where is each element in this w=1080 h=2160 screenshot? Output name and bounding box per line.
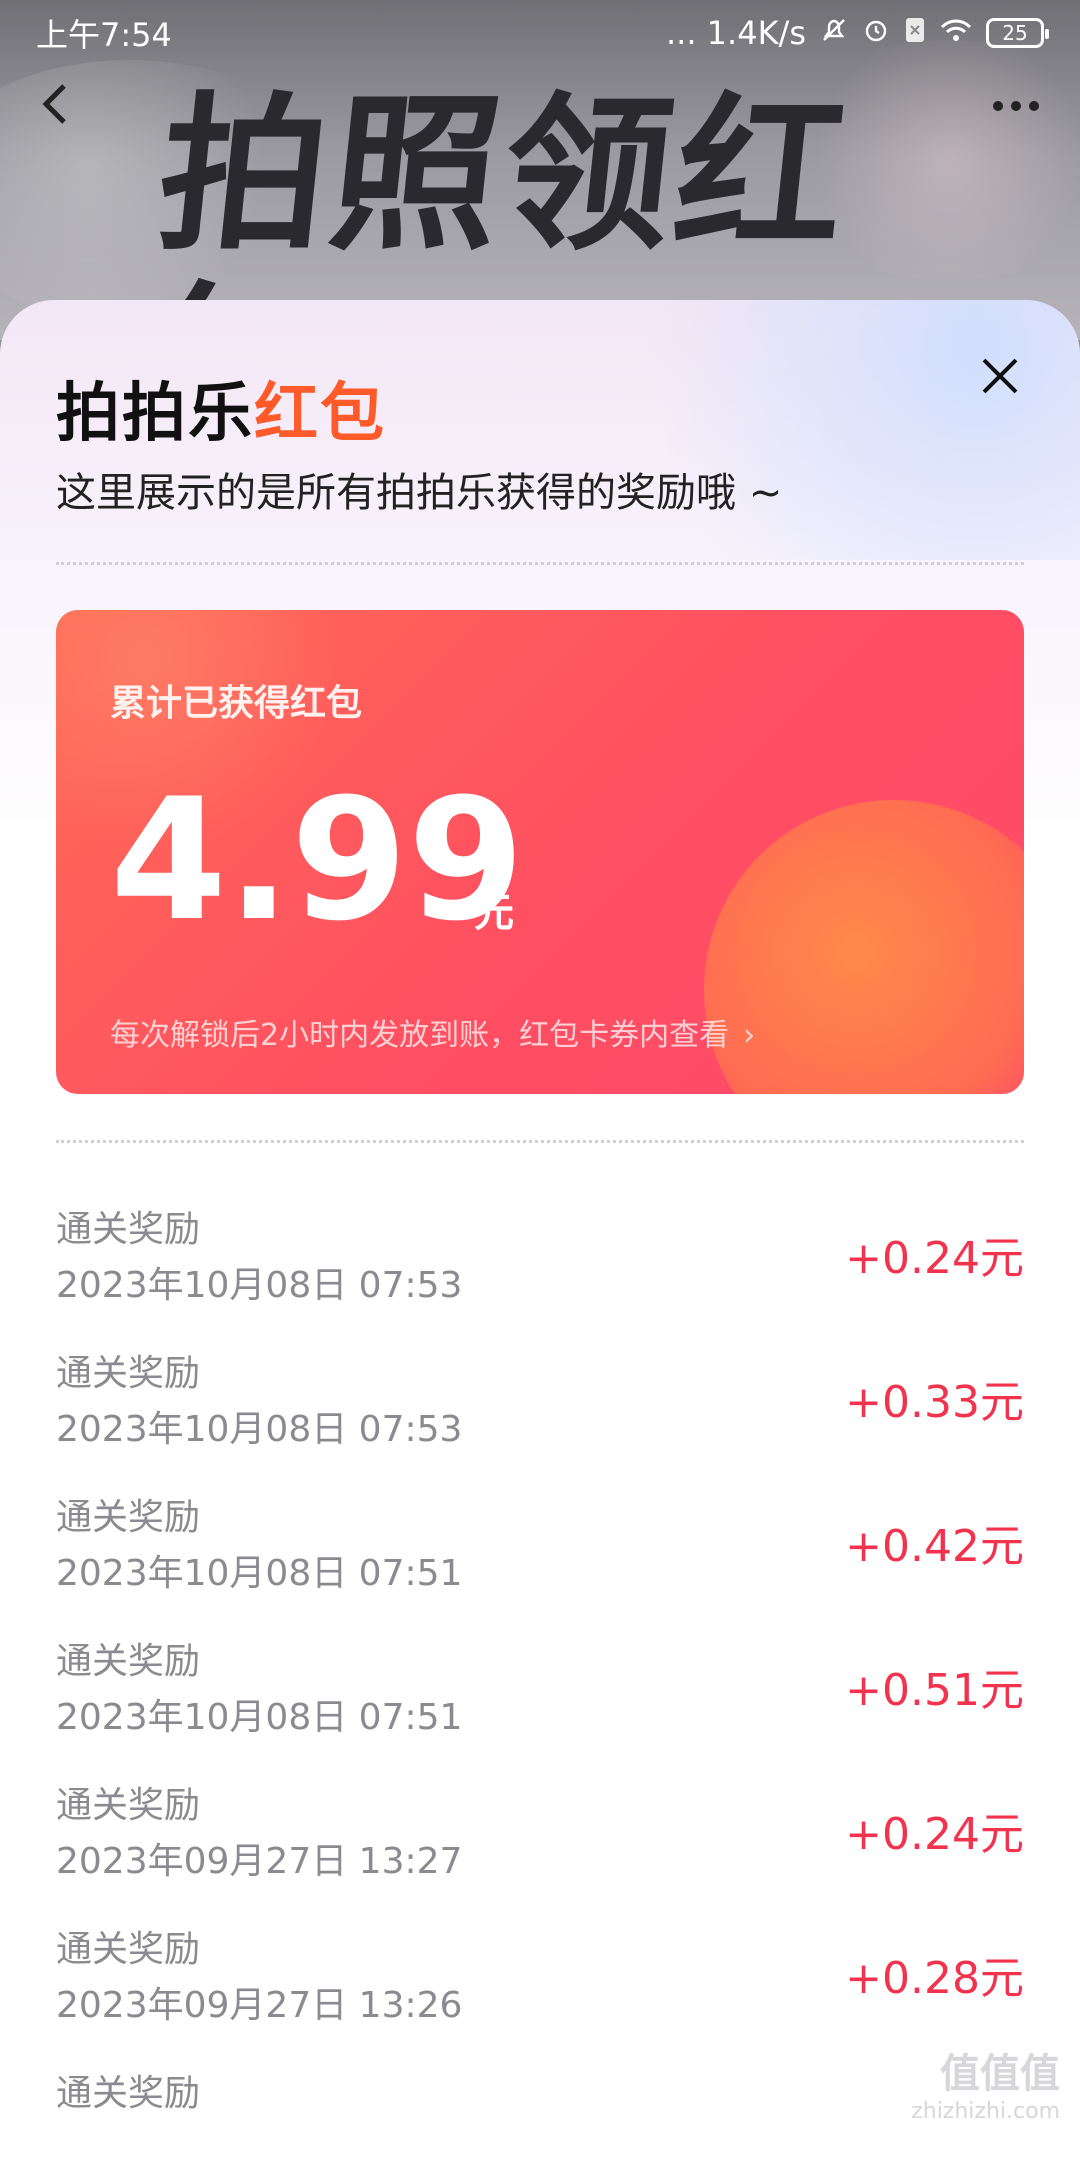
more-horizontal-icon	[993, 101, 1039, 111]
amount-unit: 元	[474, 890, 514, 936]
reward-list: 通关奖励 2023年10月08日 07:53 +0.24元 通关奖励 2023年…	[56, 1200, 1024, 2160]
panel-decoration	[560, 300, 1080, 560]
panel-title-accent: 红包	[254, 377, 386, 451]
card-note-link[interactable]: 每次解锁后2小时内发放到账，红包卡券内查看 ›	[110, 1010, 755, 1054]
reward-title: 通关奖励	[56, 1209, 201, 1250]
list-item: 通关奖励 2023年10月08日 07:53 +0.33元	[56, 1344, 1024, 1488]
reward-title: 通关奖励	[56, 1353, 201, 1394]
close-icon	[982, 358, 1018, 394]
chevron-left-icon	[42, 84, 66, 124]
reward-title: 通关奖励	[56, 1641, 201, 1682]
list-item: 通关奖励 2023年10月08日 07:51 +0.42元	[56, 1488, 1024, 1632]
watermark: 值值值 zhizhizhi.com	[911, 2041, 1060, 2124]
reward-date: 2023年09月27日 13:27	[56, 1841, 463, 1882]
reward-date: 2023年10月08日 07:53	[56, 1265, 463, 1306]
watermark-sub: zhizhizhi.com	[911, 2099, 1060, 2124]
list-item: 通关奖励 2023年10月08日 07:53 +0.24元	[56, 1200, 1024, 1344]
battery-icon: 25	[986, 18, 1049, 48]
reward-title: 通关奖励	[56, 1785, 201, 1826]
total-reward-card: 累计已获得红包 4.99 元 每次解锁后2小时内发放到账，红包卡券内查看 ›	[56, 610, 1024, 1094]
reward-amount: +0.33元	[845, 1377, 1024, 1428]
reward-amount: +0.24元	[845, 1233, 1024, 1284]
status-bar: 上午7:54 ... 1.4K/s 25	[0, 0, 1080, 66]
reward-date: 2023年10月08日 07:53	[56, 1409, 463, 1450]
status-icons: ... 1.4K/s 25	[665, 14, 1049, 52]
watermark-main: 值值值	[940, 2051, 1060, 2097]
reward-date: 2023年10月08日 07:51	[56, 1697, 463, 1738]
list-item: 通关奖励 2023年09月27日 13:26 +0.28元	[56, 1920, 1024, 2064]
list-item: 通关奖励	[56, 2064, 1024, 2160]
mute-icon	[820, 14, 848, 52]
chevron-right-icon: ›	[743, 1018, 756, 1053]
alarm-icon	[862, 14, 890, 52]
reward-title: 通关奖励	[56, 1497, 201, 1538]
reward-amount: +0.28元	[845, 1953, 1024, 2004]
list-item: 通关奖励 2023年09月27日 13:27 +0.24元	[56, 1776, 1024, 1920]
total-amount: 4.99	[110, 762, 525, 958]
reward-date: 2023年10月08日 07:51	[56, 1553, 463, 1594]
wifi-icon	[940, 14, 972, 52]
reward-title: 通关奖励	[56, 2073, 201, 2114]
more-button[interactable]	[986, 86, 1046, 126]
reward-amount: +0.42元	[845, 1521, 1024, 1572]
reward-amount: +0.51元	[845, 1665, 1024, 1716]
divider	[56, 1140, 1024, 1143]
status-time: 上午7:54	[36, 16, 172, 54]
list-item: 通关奖励 2023年10月08日 07:51 +0.51元	[56, 1632, 1024, 1776]
sim-icon	[904, 14, 926, 52]
card-note-text: 每次解锁后2小时内发放到账，红包卡券内查看	[110, 1018, 730, 1053]
reward-title: 通关奖励	[56, 1929, 201, 1970]
close-button[interactable]	[970, 350, 1030, 410]
panel-title: 拍拍乐红包	[56, 362, 386, 454]
divider	[56, 562, 1024, 565]
network-speed: ... 1.4K/s	[665, 14, 806, 52]
back-button[interactable]	[34, 74, 94, 134]
rewards-panel: 拍拍乐红包 这里展示的是所有拍拍乐获得的奖励哦 ~ 累计已获得红包 4.99 元…	[0, 300, 1080, 2160]
reward-amount: +0.24元	[845, 1809, 1024, 1860]
card-label: 累计已获得红包	[110, 683, 363, 724]
panel-subtitle: 这里展示的是所有拍拍乐获得的奖励哦 ~	[56, 470, 783, 516]
reward-date: 2023年09月27日 13:26	[56, 1985, 463, 2026]
hero-title: 拍照领红包	[130, 77, 859, 463]
panel-title-main: 拍拍乐	[56, 377, 254, 451]
